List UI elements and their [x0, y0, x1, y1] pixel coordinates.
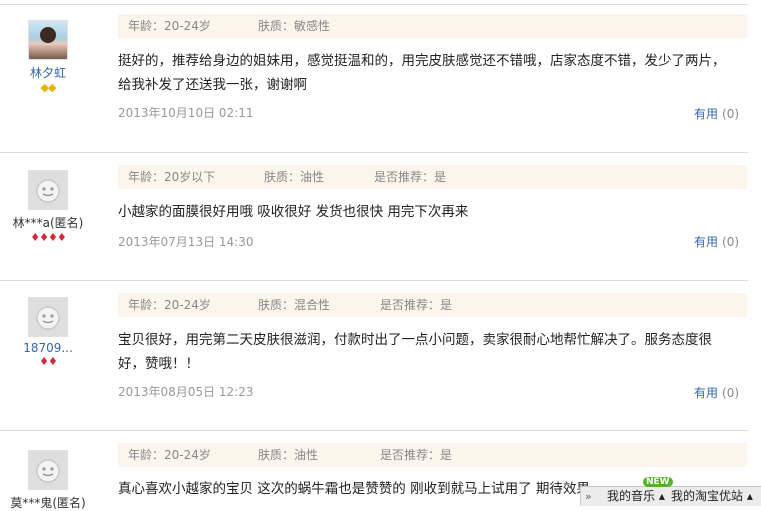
review-date: 2013年08月05日 12:23	[118, 385, 254, 399]
default-avatar-icon	[36, 179, 60, 203]
recommend-label: 是否推荐：是	[380, 298, 453, 312]
useful-label[interactable]: 有用	[694, 107, 718, 121]
skin-type-label: 肤质：敏感性	[258, 19, 331, 33]
avatar[interactable]	[28, 450, 68, 490]
avatar[interactable]	[28, 20, 68, 60]
skin-type-label: 肤质：油性	[264, 170, 325, 184]
default-avatar-icon	[36, 459, 60, 483]
avatar[interactable]	[28, 170, 68, 210]
new-badge: NEW	[643, 477, 673, 487]
reviewer-name-link[interactable]: 18709...	[0, 341, 96, 355]
review-content: 小越家的面膜很好用哦 吸收很好 发货也很快 用完下次再来	[118, 200, 468, 224]
age-label: 年龄：20-24岁	[128, 448, 211, 462]
review-meta-bar: 年龄：20-24岁 肤质：混合性 是否推荐：是	[118, 293, 747, 317]
skin-type-label: 肤质：油性	[258, 448, 319, 462]
review-meta-bar: 年龄：20-24岁 肤质：敏感性	[118, 14, 747, 38]
reviewer-name: 莫***鬼(匿名)	[10, 496, 86, 510]
review-content-line: 宝贝很好，用完第二天皮肤很滋润，付款时出了一点小问题，卖家很耐心地帮忙解决了。服…	[118, 332, 712, 348]
reviewer-rank-icon: ◆◆	[40, 81, 57, 94]
reviewer-info: 18709... ♦♦	[0, 297, 96, 368]
avatar[interactable]	[28, 297, 68, 337]
review-date: 2013年07月13日 14:30	[118, 235, 254, 249]
my-taobao-deals-button[interactable]: 我的淘宝优站 ▴	[671, 487, 753, 506]
recommend-label: 是否推荐：是	[380, 448, 453, 462]
review-date: 2013年10月10日 02:11	[118, 106, 254, 120]
useful-count: (0)	[722, 386, 740, 400]
review-meta-bar: 年龄：20-24岁 肤质：油性 是否推荐：是	[118, 443, 747, 467]
default-avatar-icon	[36, 306, 60, 330]
review-content-line: 真心喜欢小越家的宝贝 这次的蜗牛霜也是赞赞的 刚收到就马上试用了 期待效果	[118, 481, 590, 497]
my-music-button[interactable]: 我的音乐 ▴	[607, 487, 665, 506]
age-label: 年龄：20-24岁	[128, 298, 211, 312]
reviewer-name: 林***a(匿名)	[12, 216, 84, 230]
review-divider	[0, 430, 748, 431]
review-divider	[0, 152, 748, 153]
reviewer-rank-icon: ♦♦♦♦	[30, 231, 66, 244]
age-label: 年龄：20岁以下	[128, 170, 216, 184]
review-divider	[0, 4, 748, 5]
my-taobao-deals-label[interactable]: 我的淘宝优站	[671, 489, 743, 503]
review-content-line: 挺好的，推荐给身边的姐妹用，感觉挺温和的，用完皮肤感觉还不错哦，店家态度不错，发…	[118, 53, 726, 69]
my-music-label[interactable]: 我的音乐	[607, 489, 655, 503]
recommend-label: 是否推荐：是	[374, 170, 447, 184]
useful-button[interactable]: 有用 (0)	[694, 105, 739, 122]
useful-label[interactable]: 有用	[694, 235, 718, 249]
review-meta-bar: 年龄：20岁以下 肤质：油性 是否推荐：是	[118, 165, 747, 189]
reviewer-info: 莫***鬼(匿名)	[0, 450, 96, 511]
reviewer-info: 林***a(匿名) ♦♦♦♦	[0, 170, 96, 244]
review-content-line: 给我补发了还送我一张，谢谢啊	[118, 77, 307, 93]
review-divider	[0, 280, 748, 281]
age-label: 年龄：20-24岁	[128, 19, 211, 33]
review-content: 真心喜欢小越家的宝贝 这次的蜗牛霜也是赞赞的 刚收到就马上试用了 期待效果	[118, 477, 590, 501]
bottom-toolbar: » 我的音乐 ▴ NEW 我的淘宝优站 ▴	[580, 477, 761, 506]
review-content: 宝贝很好，用完第二天皮肤很滋润，付款时出了一点小问题，卖家很耐心地帮忙解决了。服…	[118, 328, 712, 376]
review-content-line: 小越家的面膜很好用哦 吸收很好 发货也很快 用完下次再来	[118, 204, 469, 220]
useful-button[interactable]: 有用 (0)	[694, 233, 739, 250]
useful-label[interactable]: 有用	[694, 386, 718, 400]
review-content-line: 好，赞哦！！	[118, 356, 199, 372]
reviewer-name-link[interactable]: 林夕虹	[0, 64, 96, 81]
double-chevron-right-icon[interactable]: »	[585, 487, 592, 506]
useful-count: (0)	[722, 107, 740, 121]
useful-count: (0)	[722, 235, 740, 249]
reviewer-rank-icon: ♦♦	[39, 355, 58, 368]
review-content: 挺好的，推荐给身边的姐妹用，感觉挺温和的，用完皮肤感觉还不错哦，店家态度不错，发…	[118, 49, 726, 97]
skin-type-label: 肤质：混合性	[258, 298, 331, 312]
useful-button[interactable]: 有用 (0)	[694, 384, 739, 401]
reviewer-info: 林夕虹 ◆◆	[0, 20, 96, 94]
